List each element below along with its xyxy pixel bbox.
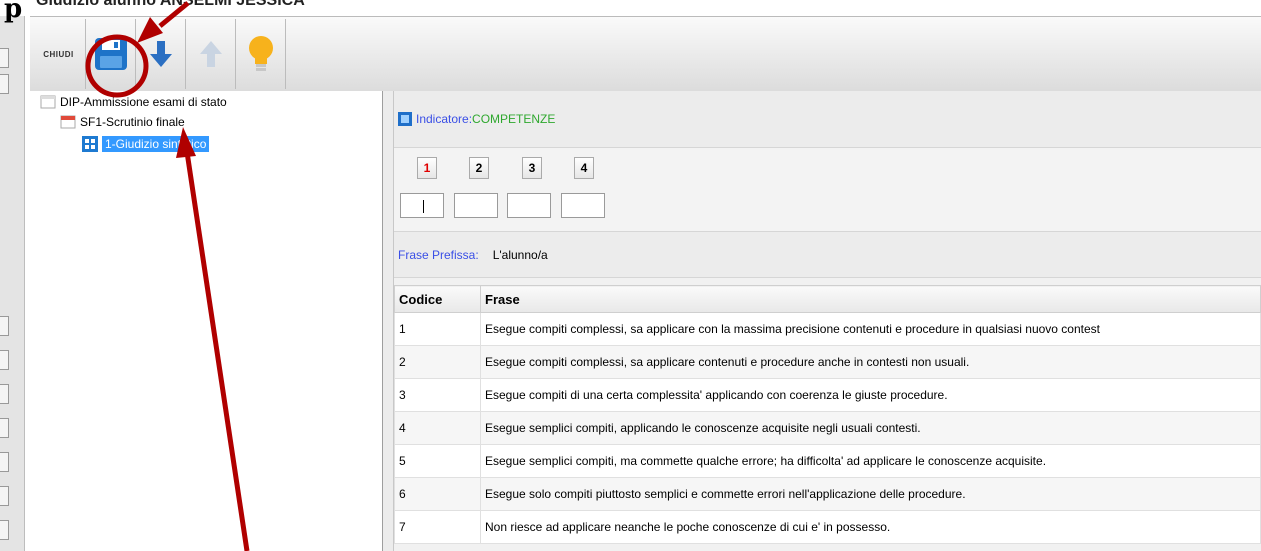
tree-item-dip[interactable]: DIP-Ammissione esami di stato [40, 94, 227, 110]
level-1-input[interactable] [400, 193, 444, 218]
table-row[interactable]: 6 Esegue solo compiti piuttosto semplici … [394, 477, 1261, 511]
cell-phrase: Esegue semplici compiti, applicando le c… [480, 411, 1261, 445]
dock-tab[interactable] [0, 486, 9, 506]
document-icon [40, 95, 56, 109]
cell-code: 1 [394, 312, 481, 346]
move-up-button[interactable] [186, 19, 236, 89]
indicator-label: Indicatore: [416, 112, 473, 126]
text-caret [423, 200, 424, 213]
table-row[interactable]: 3 Esegue compiti di una certa complessita… [394, 378, 1261, 412]
calendar-icon [60, 115, 76, 129]
phrases-table: Codice Frase 1 Esegue compiti complessi, … [394, 285, 1261, 544]
window-title: Giudizio alunno ANSELMI JESSICA [36, 0, 305, 9]
arrow-down-icon [149, 41, 172, 67]
cell-code: 4 [394, 411, 481, 445]
arrow-up-icon [199, 41, 222, 67]
left-dock-strip [0, 16, 25, 551]
prefix-label: Frase Prefissa: [398, 247, 479, 262]
tree-item-label: DIP-Ammissione esami di stato [60, 95, 227, 109]
dock-tab[interactable] [0, 418, 9, 438]
cell-code: 2 [394, 345, 481, 379]
dock-tab[interactable] [0, 74, 9, 94]
cell-phrase: Esegue compiti complessi, sa applicare c… [480, 345, 1261, 379]
level-4-input[interactable] [561, 193, 605, 218]
hint-button[interactable] [236, 19, 286, 89]
table-row[interactable]: 4 Esegue semplici compiti, applicando le … [394, 411, 1261, 445]
level-4-button[interactable]: 4 [574, 157, 594, 179]
cell-phrase: Esegue compiti di una certa complessita'… [480, 378, 1261, 412]
save-icon [94, 38, 127, 70]
table-row[interactable]: 2 Esegue compiti complessi, sa applicare … [394, 345, 1261, 379]
save-button[interactable] [86, 19, 136, 89]
tree-item-giudizio[interactable]: 1-Giudizio sintetico [82, 136, 210, 152]
move-down-button[interactable] [136, 19, 186, 89]
cell-phrase: Esegue solo compiti piuttosto semplici e… [480, 477, 1261, 511]
tree-item-label: SF1-Scrutinio finale [80, 115, 185, 129]
close-button-label: CHIUDI [43, 49, 74, 59]
cell-code: 6 [394, 477, 481, 511]
splitter[interactable] [383, 91, 394, 551]
indicator-row: Indicatore: COMPETENZE [394, 91, 1261, 148]
level-3-input[interactable] [507, 193, 551, 218]
table-row[interactable]: 1 Esegue compiti complessi, sa applicare … [394, 312, 1261, 346]
cell-phrase: Non riesce ad applicare neanche le poche… [480, 510, 1261, 544]
dock-tab[interactable] [0, 384, 9, 404]
dock-tab[interactable] [0, 48, 9, 68]
level-3-button[interactable]: 3 [522, 157, 542, 179]
indicator-value: COMPETENZE [472, 112, 556, 126]
close-button[interactable]: CHIUDI [32, 19, 86, 89]
dock-tab[interactable] [0, 520, 9, 540]
grid-icon [82, 136, 98, 152]
indicator-icon [398, 112, 412, 126]
window-title-bar: Giudizio alunno ANSELMI JESSICA [0, 0, 1261, 16]
levels-row: 1 2 3 4 [394, 148, 1261, 232]
tree-panel: DIP-Ammissione esami di stato SF1-Scruti… [30, 91, 383, 551]
prefix-row: Frase Prefissa: L'alunno/a [394, 232, 1261, 278]
lightbulb-icon [248, 36, 273, 71]
prefix-value: L'alunno/a [492, 247, 548, 262]
toolbar: CHIUDI [30, 16, 1261, 92]
cell-code: 5 [394, 444, 481, 478]
dock-tab[interactable] [0, 316, 9, 336]
table-header: Codice Frase [394, 285, 1261, 313]
level-1-button[interactable]: 1 [417, 157, 437, 179]
tree-item-sf1[interactable]: SF1-Scrutinio finale [60, 114, 185, 130]
cell-phrase: Esegue semplici compiti, ma commette qua… [480, 444, 1261, 478]
cell-code: 7 [394, 510, 481, 544]
detail-panel: Indicatore: COMPETENZE 1 2 3 4 Frase Pref… [394, 91, 1261, 551]
annotation-letter: p [4, 0, 23, 24]
cell-code: 3 [394, 378, 481, 412]
tree-item-label: 1-Giudizio sintetico [102, 136, 210, 152]
dock-tab[interactable] [0, 350, 9, 370]
dock-tab[interactable] [0, 452, 9, 472]
column-header-codice[interactable]: Codice [394, 285, 481, 313]
cell-phrase: Esegue compiti complessi, sa applicare c… [480, 312, 1261, 346]
column-header-frase[interactable]: Frase [480, 285, 1261, 313]
level-2-button[interactable]: 2 [469, 157, 489, 179]
table-row[interactable]: 5 Esegue semplici compiti, ma commette qu… [394, 444, 1261, 478]
table-row[interactable]: 7 Non riesce ad applicare neanche le poch… [394, 510, 1261, 544]
level-2-input[interactable] [454, 193, 498, 218]
